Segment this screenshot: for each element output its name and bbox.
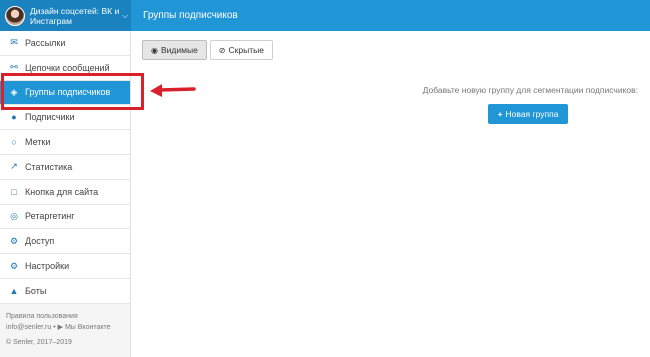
tab-label: Скрытые — [228, 45, 264, 55]
sidebar-item-statistics[interactable]: ↗ Статистика — [0, 154, 130, 180]
page-title: Группы подписчиков — [143, 10, 238, 21]
plus-icon: + — [497, 109, 503, 119]
sidebar-footer: Правила пользования info@senler.ru • ▶ М… — [0, 303, 131, 356]
sidebar-item-label: Цепочки сообщений — [25, 62, 110, 73]
account-name: Дизайн соцсетей: ВК и Инстаграм — [30, 5, 120, 26]
sidebar-item-access[interactable]: ⚙ Доступ — [0, 229, 130, 255]
sidebar-item-label: Рассылки — [25, 37, 66, 48]
new-group-button[interactable]: + Новая группа — [488, 104, 568, 124]
users-icon: ● — [11, 112, 17, 123]
sidebar-item-label: Доступ — [25, 236, 55, 247]
circle-icon: ○ — [11, 137, 17, 148]
file-icon: □ — [11, 186, 17, 197]
sidebar-item-label: Настройки — [25, 261, 70, 272]
sidebar-item-label: Ретаргетинг — [25, 211, 75, 222]
tab-hidden[interactable]: ⊘ Скрытые — [209, 40, 273, 60]
target-icon: ◎ — [10, 210, 18, 221]
sidebar-item-label: Метки — [25, 137, 51, 148]
annotation-arrow-icon — [150, 84, 196, 97]
eye-slash-icon: ⊘ — [218, 45, 226, 55]
annotation-highlight-box — [1, 73, 144, 110]
android-icon: ▲ — [9, 285, 19, 296]
empty-state-text: Добавьте новую группу для сегментации по… — [422, 85, 638, 95]
chevron-down-icon: ⌵ — [122, 10, 129, 20]
vk-icon: ▶ — [57, 324, 63, 331]
sidebar-item-settings[interactable]: ⚙ Настройки — [0, 254, 130, 279]
chart-icon: ↗ — [10, 161, 18, 172]
tab-visible[interactable]: ◉ Видимые — [142, 40, 207, 60]
sidebar-item-label: Кнопка для сайта — [25, 186, 99, 197]
gears-icon: ⚙ — [9, 260, 19, 271]
separator: • — [53, 324, 56, 331]
new-group-label: Новая группа — [505, 109, 559, 119]
visibility-tabs: ◉ Видимые ⊘ Скрытые — [142, 40, 273, 60]
chain-icon: ⚯ — [10, 62, 18, 73]
eye-icon: ◉ — [151, 45, 158, 55]
email-link[interactable]: info@senler.ru — [6, 324, 51, 331]
rules-link[interactable]: Правила пользования — [6, 311, 125, 322]
avatar — [5, 5, 25, 26]
top-bar: Дизайн соцсетей: ВК и Инстаграм ⌵ Группы… — [0, 0, 650, 31]
envelope-icon: ✉ — [10, 37, 18, 48]
copyright: © Senler, 2017–2019 — [6, 339, 72, 346]
sidebar-item-label: Статистика — [25, 161, 73, 172]
sidebar-item-site-button[interactable]: □ Кнопка для сайта — [0, 179, 130, 205]
tab-label: Видимые — [160, 45, 198, 55]
sidebar-item-retargeting[interactable]: ◎ Ретаргетинг — [0, 204, 130, 230]
sidebar-item-label: Подписчики — [25, 112, 75, 123]
sidebar-item-tags[interactable]: ○ Метки — [0, 130, 130, 155]
key-icon: ⚙ — [9, 235, 19, 246]
sidebar-item-mailings[interactable]: ✉ Рассылки — [0, 31, 130, 56]
sidebar-item-bots[interactable]: ▲ Боты — [0, 278, 130, 304]
vk-link[interactable]: Мы Вконтакте — [65, 324, 111, 331]
sidebar-item-label: Боты — [25, 285, 47, 296]
account-switcher[interactable]: Дизайн соцсетей: ВК и Инстаграм ⌵ — [0, 0, 131, 31]
